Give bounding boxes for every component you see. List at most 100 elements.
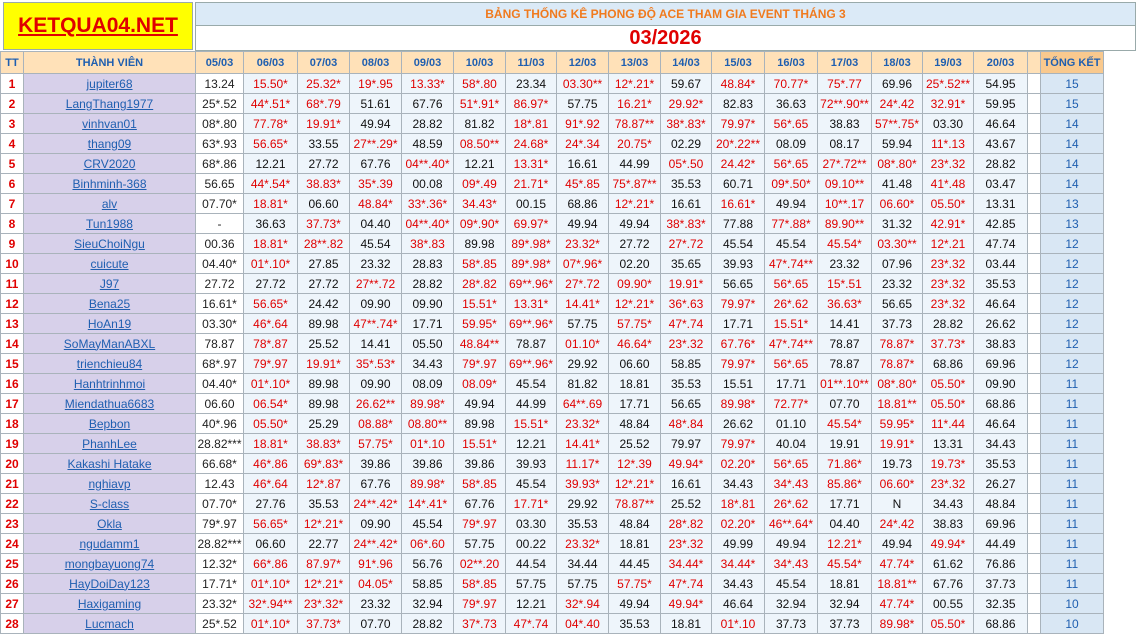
result-cell: 58.85	[401, 573, 454, 594]
result-cell: 38*.83*	[660, 213, 712, 234]
member-name[interactable]: Kakashi Hatake	[23, 453, 196, 474]
member-name[interactable]: HoAn19	[23, 313, 196, 334]
result-cell: 03.30**	[556, 73, 609, 94]
result-cell: 17.71	[401, 313, 454, 334]
result-cell: 13.31*	[505, 293, 557, 314]
result-cell: 79*.97	[195, 513, 244, 534]
result-cell: 14.41*	[556, 433, 609, 454]
result-cell: 12.21	[505, 433, 557, 454]
result-cell: 57.75*	[608, 573, 661, 594]
spacer-cell	[1027, 213, 1041, 234]
member-name[interactable]: Miendathua6683	[23, 393, 196, 414]
member-name[interactable]: Bepbon	[23, 413, 196, 434]
member-name[interactable]: LangThang1977	[23, 93, 196, 114]
spacer-cell	[1027, 453, 1041, 474]
total-score: 11	[1040, 573, 1104, 594]
result-cell: 09.10**	[817, 173, 872, 194]
member-name[interactable]: J97	[23, 273, 196, 294]
member-name[interactable]: Tun1988	[23, 213, 196, 234]
member-name[interactable]: nghiavp	[23, 473, 196, 494]
member-name[interactable]: Bena25	[23, 293, 196, 314]
member-name[interactable]: cuicute	[23, 253, 196, 274]
table-row: 14 SoMayManABXL 78.87 78*.87 25.52 14.41 05.50…	[0, 333, 1104, 354]
header-date: 16/03	[764, 51, 818, 74]
result-cell: 44.99	[505, 393, 557, 414]
member-name[interactable]: Hanhtrinhmoi	[23, 373, 196, 394]
result-cell: 05.50*	[922, 613, 974, 634]
result-cell: 24*.42	[871, 513, 923, 534]
result-cell: 42.85	[973, 213, 1028, 234]
spacer-cell	[1027, 113, 1041, 134]
result-cell: 56.65	[660, 393, 712, 414]
member-name[interactable]: SoMayManABXL	[23, 333, 196, 354]
member-name[interactable]: S-class	[23, 493, 196, 514]
result-cell: 47*.74	[660, 573, 712, 594]
result-cell: 28.82***	[195, 433, 244, 454]
result-cell: 61.62	[922, 553, 974, 574]
member-name[interactable]: PhanhLee	[23, 433, 196, 454]
result-cell: 25.52	[660, 493, 712, 514]
member-name[interactable]: CRV2020	[23, 153, 196, 174]
member-name[interactable]: HayDoiDay123	[23, 573, 196, 594]
site-logo[interactable]: KETQUA04.NET	[3, 2, 193, 50]
result-cell: 27**.72	[349, 273, 402, 294]
result-cell: 39.86	[453, 453, 506, 474]
header-date: 10/03	[453, 51, 506, 74]
member-name[interactable]: Lucmach	[23, 613, 196, 634]
member-name[interactable]: alv	[23, 193, 196, 214]
member-name[interactable]: thang09	[23, 133, 196, 154]
result-cell: 16.21*	[608, 93, 661, 114]
result-cell: -	[195, 213, 244, 234]
result-cell: 45*.85	[556, 173, 609, 194]
result-cell: 12*.21*	[297, 573, 350, 594]
result-cell: 16.61*	[711, 193, 765, 214]
result-cell: 48.59	[401, 133, 454, 154]
result-cell: 08.80**	[401, 413, 454, 434]
member-name[interactable]: Okla	[23, 513, 196, 534]
result-cell: 56.76	[401, 553, 454, 574]
result-cell: 41.48	[871, 173, 923, 194]
site-logo-text[interactable]: KETQUA04.NET	[18, 14, 178, 38]
member-name[interactable]: mongbayuong74	[23, 553, 196, 574]
result-cell: 49.94*	[922, 533, 974, 554]
result-cell: 23.34	[505, 73, 557, 94]
member-name[interactable]: ngudamm1	[23, 533, 196, 554]
result-cell: 27.76	[243, 493, 298, 514]
result-cell: 49.94	[453, 393, 506, 414]
result-cell: 05.50*	[243, 413, 298, 434]
result-cell: 00.15	[505, 193, 557, 214]
result-cell: 72.77*	[764, 393, 818, 414]
result-cell: 27.72	[195, 273, 244, 294]
result-cell: 67.76	[349, 153, 402, 174]
member-name[interactable]: vinhvan01	[23, 113, 196, 134]
result-cell: 59.94	[871, 133, 923, 154]
result-cell: 03.30	[922, 113, 974, 134]
member-name[interactable]: jupiter68	[23, 73, 196, 94]
table-row: 23 Okla 79*.97 56.65* 12*.21* 09.90 45.54 79*.9…	[0, 513, 1104, 534]
result-cell: 76.86	[973, 553, 1028, 574]
spacer-cell	[1027, 153, 1041, 174]
result-cell: 07.96	[871, 253, 923, 274]
member-name[interactable]: trienchieu84	[23, 353, 196, 374]
result-cell: 23*.32	[922, 153, 974, 174]
result-cell: 24*.34	[556, 133, 609, 154]
result-cell: 06*.60	[401, 533, 454, 554]
member-name[interactable]: Haxigaming	[23, 593, 196, 614]
member-name[interactable]: SieuChoiNgu	[23, 233, 196, 254]
result-cell: 08*.80*	[871, 373, 923, 394]
result-cell: 12*.21*	[608, 473, 661, 494]
result-cell: 07.70*	[195, 493, 244, 514]
table-row: 16 Hanhtrinhmoi 04.40* 01*.10* 89.98 09.90 08.…	[0, 373, 1104, 394]
result-cell: 51.61	[349, 93, 402, 114]
result-cell: 15*.51	[817, 273, 872, 294]
result-cell: 68*.86	[195, 153, 244, 174]
result-cell: 20*.22**	[711, 133, 765, 154]
result-cell: 57.75*	[608, 313, 661, 334]
result-cell: 39.86	[401, 453, 454, 474]
member-name[interactable]: Binhminh-368	[23, 173, 196, 194]
result-cell: 39.93	[711, 253, 765, 274]
table-row: 13 HoAn19 03.30* 46*.64 89.98 47**.74* 17.71 59…	[0, 313, 1104, 334]
row-index: 13	[0, 313, 24, 334]
result-cell: 78.87**	[608, 113, 661, 134]
result-cell: 40.04	[764, 433, 818, 454]
